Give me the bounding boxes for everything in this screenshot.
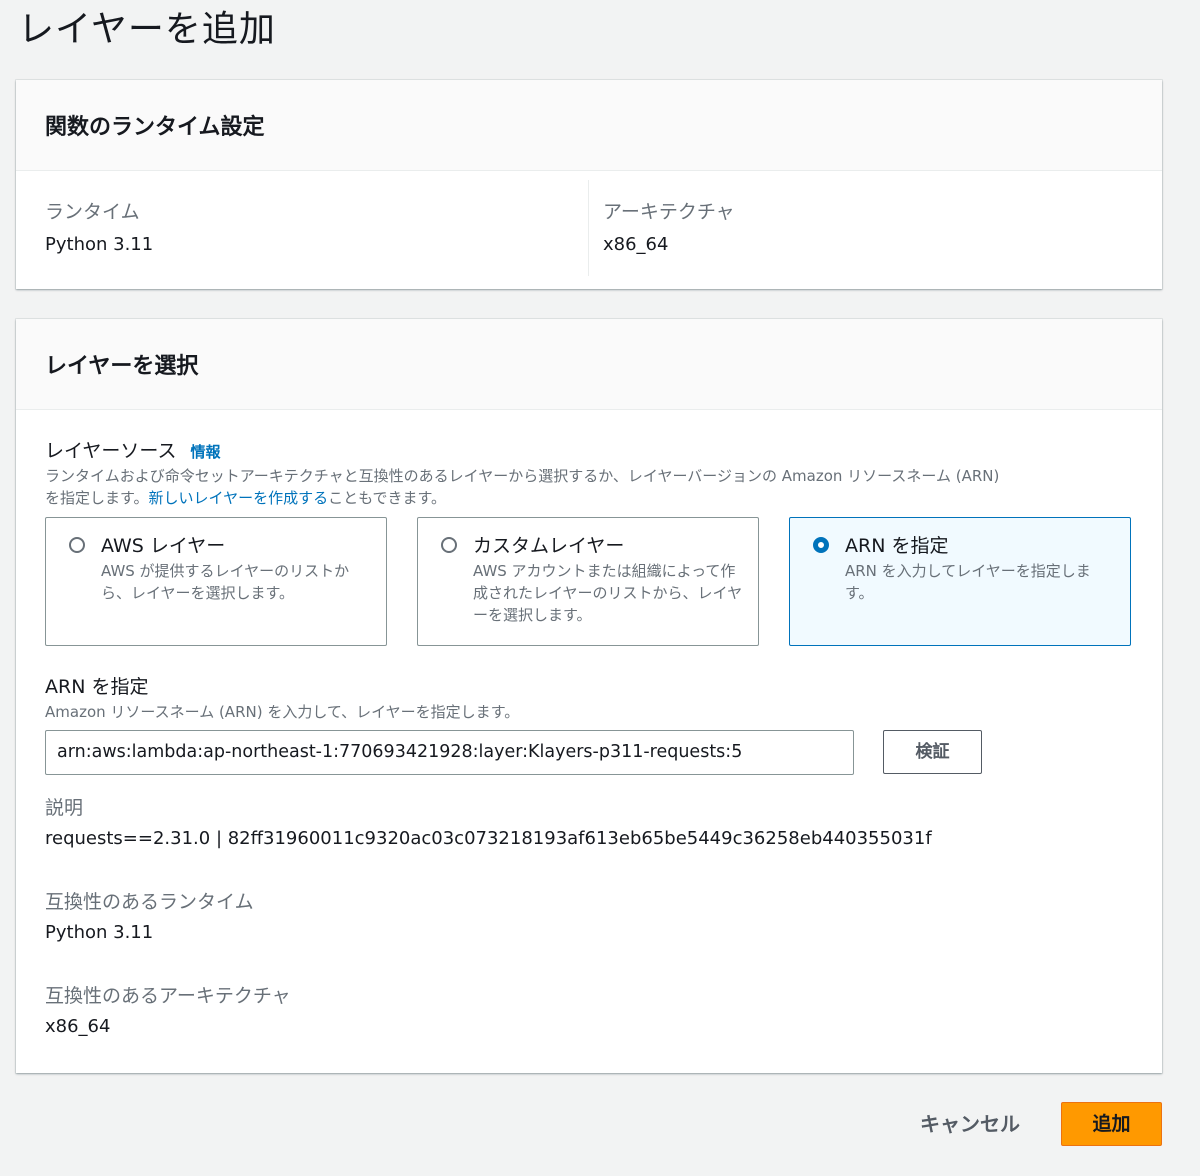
compatible-architectures-value: x86_64 xyxy=(45,1016,111,1037)
architecture-value: x86_64 xyxy=(603,234,669,255)
runtime-field: ランタイム Python 3.11 xyxy=(45,197,153,255)
arn-description: Amazon リソースネーム (ARN) を入力して、レイヤーを指定します。 xyxy=(45,703,520,721)
desc-text-pre: を指定します。 xyxy=(45,489,149,507)
layer-panel-header: レイヤーを選択 xyxy=(16,319,1162,410)
tile-custom-layers-desc: AWS アカウントまたは組織によって作成されたレイヤーのリストから、レイヤーを選… xyxy=(473,562,743,624)
radio-specify-arn[interactable] xyxy=(813,537,829,553)
verify-button[interactable]: 検証 xyxy=(883,730,982,774)
choose-layer-panel: レイヤーを選択 レイヤーソース 情報 ランタイムおよび命令セットアーキテクチャと互… xyxy=(16,319,1162,1073)
runtime-panel-heading: 関数のランタイム設定 xyxy=(45,115,265,140)
create-layer-link[interactable]: 新しいレイヤーを作成する xyxy=(149,489,329,507)
layer-panel-heading: レイヤーを選択 xyxy=(45,354,199,379)
compatible-runtimes-value: Python 3.11 xyxy=(45,922,154,943)
desc-text-post: こともできます。 xyxy=(328,489,446,507)
tile-specify-arn[interactable]: ARN を指定 ARN を入力してレイヤーを指定します。 xyxy=(789,517,1131,646)
tile-custom-layers-title: カスタムレイヤー xyxy=(473,535,625,557)
layer-source-label: レイヤーソース xyxy=(45,440,177,462)
radio-custom-layers[interactable] xyxy=(441,537,457,553)
column-divider xyxy=(588,180,589,276)
cancel-button[interactable]: キャンセル xyxy=(900,1102,1040,1146)
runtime-label: ランタイム xyxy=(45,201,140,223)
radio-aws-layers[interactable] xyxy=(69,537,85,553)
tile-aws-layers-title: AWS レイヤー xyxy=(101,535,226,557)
arn-label: ARN を指定 xyxy=(45,676,149,698)
tile-specify-arn-desc: ARN を入力してレイヤーを指定します。 xyxy=(845,562,1091,602)
runtime-panel-header: 関数のランタイム設定 xyxy=(16,80,1162,171)
layer-source-desc-line2: を指定します。新しいレイヤーを作成することもできます。 xyxy=(45,487,1145,509)
add-button[interactable]: 追加 xyxy=(1061,1102,1162,1146)
description-value: requests==2.31.0 | 82ff31960011c9320ac03… xyxy=(45,828,932,849)
layer-source-desc-line1: ランタイムおよび命令セットアーキテクチャと互換性のあるレイヤーから選択するか、レ… xyxy=(45,467,1000,485)
tile-aws-layers-desc: AWS が提供するレイヤーのリストから、レイヤーを選択します。 xyxy=(101,562,350,602)
compatible-architectures-label: 互換性のあるアーキテクチャ xyxy=(45,985,291,1007)
tile-custom-layers[interactable]: カスタムレイヤー AWS アカウントまたは組織によって作成されたレイヤーのリスト… xyxy=(417,517,759,646)
architecture-label: アーキテクチャ xyxy=(603,201,735,223)
page-title: レイヤーを追加 xyxy=(18,9,276,50)
compatible-runtimes-label: 互換性のあるランタイム xyxy=(45,891,254,913)
tile-specify-arn-title: ARN を指定 xyxy=(845,535,949,557)
info-link[interactable]: 情報 xyxy=(190,443,220,461)
runtime-settings-panel: 関数のランタイム設定 ランタイム Python 3.11 アーキテクチャ x86… xyxy=(16,80,1162,289)
arn-input[interactable]: arn:aws:lambda:ap-northeast-1:7706934219… xyxy=(45,730,854,775)
description-label: 説明 xyxy=(45,797,84,819)
layer-source-label-row: レイヤーソース 情報 xyxy=(45,436,221,463)
runtime-value: Python 3.11 xyxy=(45,234,154,255)
architecture-field: アーキテクチャ x86_64 xyxy=(603,197,735,255)
layer-source-description: ランタイムおよび命令セットアーキテクチャと互換性のあるレイヤーから選択するか、レ… xyxy=(45,465,1145,509)
tile-aws-layers[interactable]: AWS レイヤー AWS が提供するレイヤーのリストから、レイヤーを選択します。 xyxy=(45,517,387,646)
